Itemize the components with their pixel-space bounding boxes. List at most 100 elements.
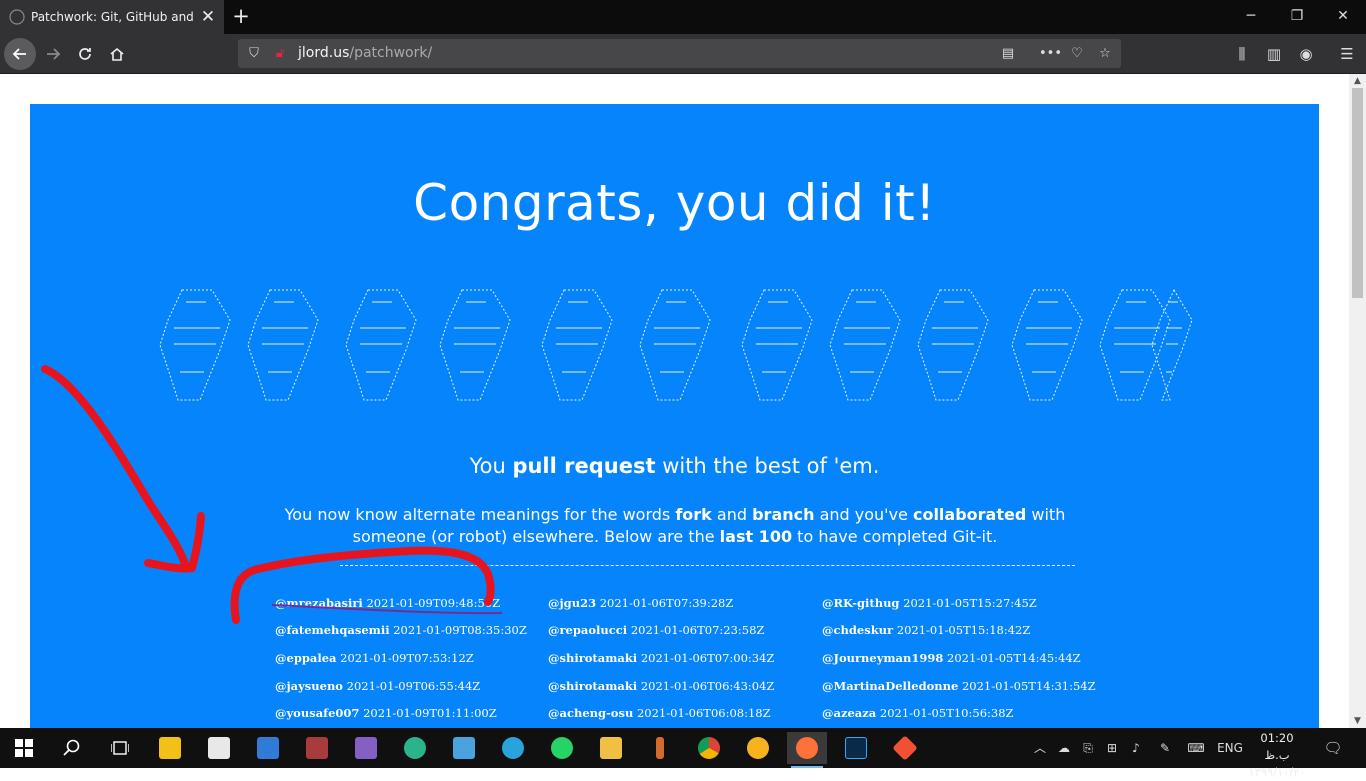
pocket-icon[interactable]: ♡ xyxy=(1067,44,1087,64)
completion-user[interactable]: @eppalea xyxy=(275,651,337,665)
url-path: /patchwork/ xyxy=(349,45,433,61)
completion-time: 2021-01-09T06:55:44Z xyxy=(346,679,481,693)
completion-time: 2021-01-06T06:43:04Z xyxy=(640,679,775,693)
language-indicator[interactable]: ENG xyxy=(1213,728,1247,768)
insecure-lock-icon[interactable]: 🔓︎ xyxy=(270,44,290,64)
notifications-icon[interactable]: 🗨︎ xyxy=(1320,728,1346,768)
remote-desktop-app-icon[interactable] xyxy=(444,732,484,764)
scroll-up-icon[interactable]: ▲ xyxy=(1349,74,1366,88)
tab-strip: Patchwork: Git, GitHub and the ✕ + ─ ❐ ✕ xyxy=(0,0,1366,34)
pencil-app-icon[interactable] xyxy=(640,732,680,764)
network-icon[interactable]: ⊞ xyxy=(1102,728,1122,768)
desc-branch: branch xyxy=(752,505,815,524)
reload-button[interactable] xyxy=(69,38,101,70)
scroll-thumb[interactable] xyxy=(1352,88,1363,298)
completion-user[interactable]: @jaysueno xyxy=(275,679,343,693)
visual-studio-app-icon[interactable] xyxy=(346,732,386,764)
git-app-icon[interactable] xyxy=(885,732,925,764)
completion-entry: @shirotamaki 2021-01-06T07:00:34Z xyxy=(548,651,774,665)
search-icon xyxy=(63,739,80,756)
onedrive-icon[interactable]: ☁ xyxy=(1054,728,1074,768)
completion-user[interactable]: @chdeskur xyxy=(822,623,893,637)
page-scrollbar[interactable]: ▲ ▼ xyxy=(1349,74,1366,728)
congrats-card: Congrats, you did it! You pull request w… xyxy=(30,104,1319,728)
task-view-button[interactable] xyxy=(100,732,140,764)
clock[interactable]: 01:20 ب.ظ ۱۳۹۹/۱۰/۲۰ xyxy=(1247,730,1307,779)
completion-time: 2021-01-05T15:18:42Z xyxy=(896,623,1031,637)
forward-button[interactable] xyxy=(37,38,69,70)
tagline-bold: pull request xyxy=(512,454,656,478)
url-bar[interactable]: ⛉ 🔓︎ jlord.us/patchwork/ ▤ ••• ♡ ☆ xyxy=(238,39,1121,68)
completion-time: 2021-01-09T09:48:50Z xyxy=(366,596,501,610)
completion-time: 2021-01-09T08:35:30Z xyxy=(393,623,527,637)
url-text[interactable]: jlord.us/patchwork/ xyxy=(298,45,432,61)
show-hidden-icons-icon[interactable]: ︿ xyxy=(1030,728,1050,768)
tab-close-icon[interactable]: ✕ xyxy=(199,8,217,26)
ascii-glyph xyxy=(439,289,511,401)
completion-user[interactable]: @azeaza xyxy=(822,706,876,720)
completion-entry: @azeaza 2021-01-05T10:56:38Z xyxy=(822,706,1014,720)
account-icon[interactable]: ◉ xyxy=(1294,42,1318,66)
desc-part-2: and xyxy=(711,505,753,524)
completion-entry: @fatemehqasemii 2021-01-09T08:35:30Z xyxy=(275,623,527,637)
gitkraken-app-icon[interactable] xyxy=(395,732,435,764)
start-button[interactable] xyxy=(4,732,44,764)
whatsapp-app-icon[interactable] xyxy=(542,732,582,764)
completion-user[interactable]: @acheng-osu xyxy=(548,706,633,720)
search-button[interactable] xyxy=(52,732,92,764)
completion-time: 2021-01-05T14:31:54Z xyxy=(961,679,1096,693)
firefox-app-icon[interactable] xyxy=(787,732,827,768)
sidebar-icon[interactable]: ▥ xyxy=(1262,42,1286,66)
completion-user[interactable]: @fatemehqasemii xyxy=(275,623,390,637)
reload-icon xyxy=(79,48,91,60)
completion-user[interactable]: @shirotamaki xyxy=(548,679,637,693)
completion-user[interactable]: @shirotamaki xyxy=(548,651,637,665)
weather-app-icon[interactable] xyxy=(738,732,778,764)
menu-hamburger-icon[interactable]: ☰ xyxy=(1335,42,1359,66)
completion-user[interactable]: @yousafe007 xyxy=(275,706,359,720)
reader-view-icon[interactable]: ▤ xyxy=(998,44,1018,64)
completion-entry: @MartinaDelledonne 2021-01-05T14:31:54Z xyxy=(822,679,1096,693)
clock-time: 01:20 ب.ظ xyxy=(1260,731,1294,762)
completion-user[interactable]: @MartinaDelledonne xyxy=(822,679,958,693)
chrome-app-icon[interactable] xyxy=(689,732,729,764)
tab-patchwork[interactable]: Patchwork: Git, GitHub and the ✕ xyxy=(0,0,224,34)
completion-entry: @yousafe007 2021-01-09T01:11:00Z xyxy=(275,706,497,720)
desc-fork: fork xyxy=(675,505,712,524)
library-icon[interactable]: ⫼ xyxy=(1230,42,1254,66)
page-actions-icon[interactable]: ••• xyxy=(1039,44,1062,64)
back-button[interactable] xyxy=(4,38,36,70)
restore-window-icon[interactable]: ❐ xyxy=(1287,6,1307,26)
ascii-glyph xyxy=(247,289,319,401)
photoshop-app-icon[interactable] xyxy=(836,732,876,764)
minimize-window-icon[interactable]: ─ xyxy=(1241,6,1261,26)
tagline-prefix: You xyxy=(469,454,513,478)
telegram-app-icon[interactable] xyxy=(493,732,533,764)
volume-icon[interactable]: ♪ xyxy=(1126,728,1146,768)
keyboard-icon[interactable]: ⌨ xyxy=(1183,728,1209,768)
desc-collaborated: collaborated xyxy=(912,505,1027,524)
winrar-app-icon[interactable] xyxy=(297,732,337,764)
store-app-icon[interactable] xyxy=(150,732,190,764)
completion-user[interactable]: @Journeyman1998 xyxy=(822,651,943,665)
home-button[interactable] xyxy=(101,38,133,70)
completion-user[interactable]: @mrezabasiri xyxy=(275,596,363,610)
file-explorer-app-icon[interactable] xyxy=(591,732,631,764)
pen-icon[interactable]: ✎ xyxy=(1155,728,1175,768)
ascii-glyph xyxy=(639,289,711,401)
completion-user[interactable]: @jgu23 xyxy=(548,596,596,610)
completion-time: 2021-01-06T07:23:58Z xyxy=(630,623,765,637)
completion-time: 2021-01-05T14:45:44Z xyxy=(947,651,1081,665)
device-icon[interactable]: ⎘ xyxy=(1078,728,1098,768)
completion-user[interactable]: @RK-githug xyxy=(822,596,899,610)
close-window-icon[interactable]: ✕ xyxy=(1333,6,1353,26)
snipping-app-icon[interactable] xyxy=(199,732,239,764)
completion-user[interactable]: @repaolucci xyxy=(548,623,627,637)
clock-date: ۱۳۹۹/۱۰/۲۰ xyxy=(1248,765,1306,779)
new-tab-button[interactable]: + xyxy=(230,5,252,27)
scroll-down-icon[interactable]: ▼ xyxy=(1349,714,1366,728)
shield-icon[interactable]: ⛉ xyxy=(244,44,264,64)
ascii-glyph xyxy=(159,289,231,401)
mail-app-icon[interactable] xyxy=(248,732,288,764)
bookmark-star-icon[interactable]: ☆ xyxy=(1095,44,1115,64)
